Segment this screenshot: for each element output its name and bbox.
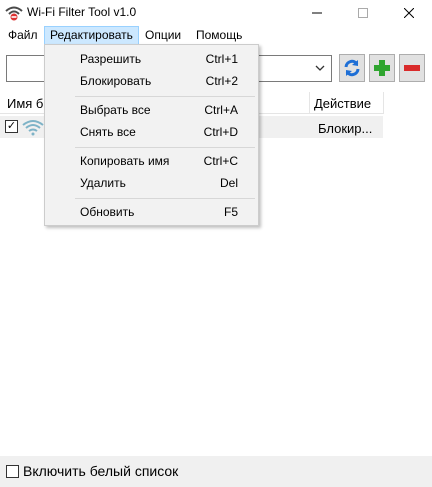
menu-item-allow[interactable]: Разрешить (80, 52, 141, 66)
remove-button[interactable] (399, 54, 425, 82)
wifi-filter-app-icon (5, 6, 23, 22)
shortcut-label: Ctrl+1 (205, 52, 238, 66)
menu-separator (75, 147, 255, 148)
shortcut-label: Del (219, 176, 238, 190)
menu-separator (75, 198, 255, 199)
menu-item-copy-name[interactable]: Копировать имя (80, 154, 169, 168)
menu-item-block[interactable]: Блокировать (80, 74, 151, 88)
refresh-icon (344, 59, 360, 77)
wifi-signal-icon (22, 120, 44, 136)
row-action-cell: Блокир... (318, 121, 373, 136)
shortcut-label: Ctrl+D (203, 125, 238, 139)
menu-item-refresh[interactable]: Обновить (80, 205, 134, 219)
menu-help[interactable]: Помощь (191, 26, 247, 45)
shortcut-label: Ctrl+A (204, 103, 238, 117)
menu-options[interactable]: Опции (140, 26, 186, 45)
menu-edit[interactable]: Редактировать (44, 26, 139, 45)
maximize-icon (358, 8, 368, 18)
menu-item-delete[interactable]: Удалить (80, 176, 126, 190)
menu-item-deselect-all[interactable]: Снять все (80, 125, 136, 139)
chevron-down-icon[interactable] (312, 60, 328, 76)
column-divider[interactable] (383, 92, 384, 114)
window-title: Wi-Fi Filter Tool v1.0 (27, 5, 137, 19)
shortcut-label: Ctrl+2 (205, 74, 238, 88)
maximize-button[interactable] (340, 0, 386, 26)
close-button[interactable] (386, 0, 432, 26)
close-icon (404, 8, 414, 18)
menu-file[interactable]: Файл (3, 26, 43, 45)
refresh-button[interactable] (339, 54, 365, 82)
row-checkbox[interactable]: ✓ (5, 120, 18, 133)
minimize-icon (312, 12, 322, 14)
edit-menu-dropdown: Разрешить Ctrl+1 Блокировать Ctrl+2 Выбр… (44, 44, 259, 226)
menu-separator (75, 96, 255, 97)
shortcut-label: Ctrl+C (203, 154, 238, 168)
menu-item-select-all[interactable]: Выбрать все (80, 103, 151, 117)
plus-icon (374, 60, 390, 76)
column-header-name[interactable]: Имя б (7, 96, 43, 111)
minus-icon (404, 65, 420, 71)
shortcut-label: F5 (223, 205, 238, 219)
add-button[interactable] (369, 54, 395, 82)
minimize-button[interactable] (294, 0, 340, 26)
column-header-action[interactable]: Действие (314, 96, 371, 111)
column-divider[interactable] (309, 92, 310, 114)
whitelist-label[interactable]: Включить белый список (23, 463, 178, 479)
whitelist-checkbox[interactable] (6, 465, 19, 478)
